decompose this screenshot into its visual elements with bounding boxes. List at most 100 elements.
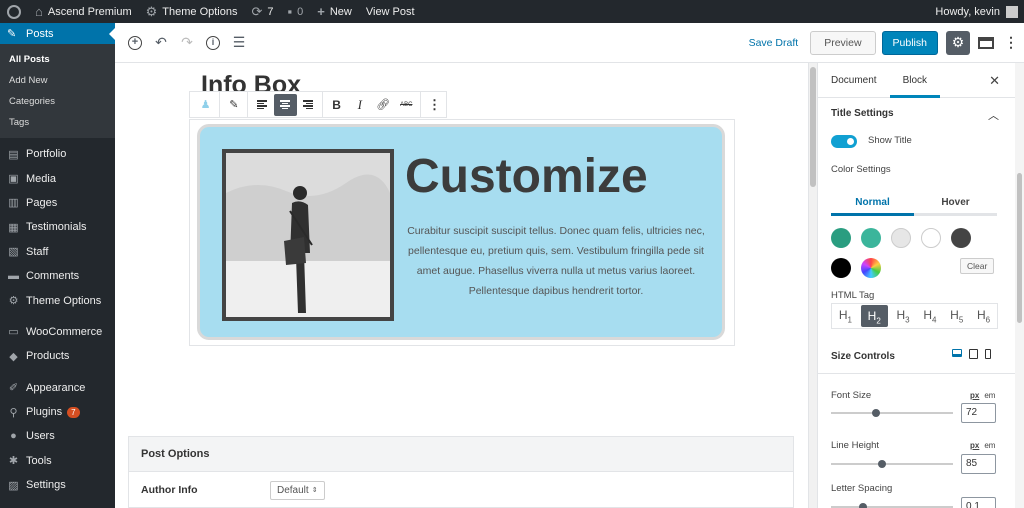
sidebar-item-testimonials[interactable]: ▦ Testimonials [0, 215, 115, 239]
infobox-block[interactable]: Customize Curabitur suscipit suscipit te… [197, 124, 725, 340]
tablet-icon[interactable] [969, 349, 978, 359]
font-size-input[interactable]: 72 [961, 403, 996, 423]
html-tag-label: HTML Tag [831, 290, 875, 301]
clear-color-button[interactable]: Clear [960, 258, 995, 274]
html-tag-h3[interactable]: H3 [890, 308, 917, 324]
add-block-button[interactable]: + [123, 31, 147, 55]
color-swatch-green[interactable] [831, 228, 851, 248]
tab-normal[interactable]: Normal [831, 191, 914, 216]
color-swatch-teal[interactable] [861, 228, 881, 248]
link-button[interactable]: 🔗︎ [371, 94, 394, 116]
theme-options-link[interactable]: ⚙ Theme Options [139, 0, 245, 23]
bold-button[interactable]: B [325, 94, 348, 116]
sidebar-item-settings[interactable]: ▨ Settings [0, 473, 115, 497]
submenu-tags[interactable]: Tags [0, 112, 115, 133]
new-content-link[interactable]: + New [310, 0, 359, 23]
submenu-add-new[interactable]: Add New [0, 70, 115, 91]
author-info-label: Author Info [141, 484, 198, 496]
unit-px[interactable]: px [970, 391, 979, 400]
color-swatch-white[interactable] [921, 228, 941, 248]
sidebar-item-comments[interactable]: ▬ Comments [0, 264, 115, 288]
show-title-label: Show Title [868, 135, 912, 146]
preview-button[interactable]: Preview [810, 30, 876, 55]
chevron-up-icon[interactable]: ︿ [988, 107, 999, 123]
my-account[interactable]: Howdy, kevin [935, 5, 1024, 18]
publish-button[interactable]: Publish [881, 30, 938, 55]
save-draft-button[interactable]: Save Draft [749, 37, 799, 49]
undo-button[interactable]: ↶ [149, 31, 173, 55]
font-size-slider[interactable] [831, 409, 953, 417]
submenu-all-posts[interactable]: All Posts [0, 49, 115, 70]
show-title-toggle[interactable] [831, 135, 857, 148]
comment-icon: ▪ [287, 4, 293, 19]
updates-link[interactable]: ⟳ 7 [244, 0, 280, 23]
sidebar-item-products[interactable]: ◆ Products [0, 344, 115, 368]
html-tag-h6[interactable]: H6 [970, 308, 997, 324]
sidebar-item-posts[interactable]: ✎ Posts [0, 23, 115, 44]
edit-button[interactable]: ✎ [222, 94, 245, 116]
editor-scrollbar[interactable] [808, 63, 817, 508]
html-tag-h2[interactable]: H2 [860, 305, 888, 327]
more-options-button[interactable]: ⋮ [423, 94, 446, 116]
infobox-text[interactable]: Curabitur suscipit suscipit tellus. Done… [396, 221, 716, 301]
pin-icon: ✎ [7, 28, 17, 40]
comments-link[interactable]: ▪ 0 [281, 0, 311, 23]
custom-color-picker[interactable] [861, 258, 881, 278]
sidebar-item-portfolio[interactable]: ▤ Portfolio [0, 142, 115, 166]
close-icon[interactable]: ✕ [989, 73, 1000, 89]
wordpress-icon [7, 4, 21, 19]
line-height-slider-handle[interactable] [878, 460, 886, 468]
site-name-link[interactable]: ⌂ Ascend Premium [28, 0, 139, 23]
strikethrough-button[interactable]: ABC [395, 94, 418, 116]
line-height-slider[interactable] [831, 460, 953, 468]
block-type-button[interactable]: ♟ [194, 94, 217, 116]
html-tag-h4[interactable]: H4 [916, 308, 943, 324]
content-info-button[interactable]: i [201, 31, 225, 55]
sidebar-item-tools[interactable]: ✱ Tools [0, 449, 115, 473]
italic-icon: I [357, 96, 362, 112]
infobox-heading[interactable]: Customize [405, 149, 648, 204]
color-swatch-light-gray[interactable] [891, 228, 911, 248]
color-swatch-dark-gray[interactable] [951, 228, 971, 248]
redo-button[interactable]: ↷ [175, 31, 199, 55]
block-navigation-button[interactable]: ☰ [227, 31, 251, 55]
sidebar-item-woocommerce[interactable]: ▭ WooCommerce [0, 320, 115, 344]
italic-button[interactable]: I [348, 94, 371, 116]
letter-spacing-input[interactable]: 0.1 [961, 497, 996, 508]
submenu-categories[interactable]: Categories [0, 91, 115, 112]
more-menu-icon[interactable]: ⋮ [1004, 34, 1018, 51]
sidebar-item-appearance[interactable]: ✐ Appearance [0, 376, 115, 400]
letter-spacing-slider-handle[interactable] [859, 503, 867, 508]
title-settings-header[interactable]: Title Settings [831, 108, 894, 119]
sidebar-item-pages[interactable]: ▥ Pages [0, 191, 115, 215]
html-tag-h1[interactable]: H1 [832, 308, 859, 324]
unit-em[interactable]: em [984, 391, 995, 400]
wordpress-logo-menu[interactable] [0, 0, 28, 23]
layout-toggle-icon[interactable] [978, 36, 994, 49]
mobile-icon[interactable] [985, 349, 991, 359]
align-center-button[interactable] [273, 93, 297, 116]
post-options-title[interactable]: Post Options [129, 437, 793, 472]
html-tag-h5[interactable]: H5 [943, 308, 970, 324]
unit-px[interactable]: px [970, 441, 979, 450]
panel-scrollbar[interactable] [1015, 63, 1024, 508]
view-post-link[interactable]: View Post [359, 0, 422, 23]
sidebar-item-plugins[interactable]: ⚲ Plugins 7 [0, 400, 115, 424]
sidebar-item-users[interactable]: ● Users [0, 424, 115, 448]
author-info-select[interactable]: Default ⇕ [270, 480, 325, 500]
font-size-slider-handle[interactable] [872, 409, 880, 417]
line-height-input[interactable]: 85 [961, 454, 996, 474]
sidebar-item-staff[interactable]: ▧ Staff [0, 240, 115, 264]
infobox-block-icon: ♟ [200, 99, 211, 111]
align-right-button[interactable] [297, 94, 320, 116]
unit-em[interactable]: em [984, 441, 995, 450]
tab-document[interactable]: Document [818, 63, 890, 98]
color-swatch-black[interactable] [831, 258, 851, 278]
tab-hover[interactable]: Hover [914, 191, 997, 213]
sidebar-item-theme-options[interactable]: ⚙ Theme Options [0, 288, 115, 312]
desktop-icon[interactable] [952, 349, 962, 357]
sidebar-item-media[interactable]: ▣ Media [0, 166, 115, 190]
align-left-button[interactable] [250, 94, 273, 116]
settings-toggle-button[interactable]: ⚙ [946, 30, 970, 55]
tab-block[interactable]: Block [889, 63, 941, 98]
